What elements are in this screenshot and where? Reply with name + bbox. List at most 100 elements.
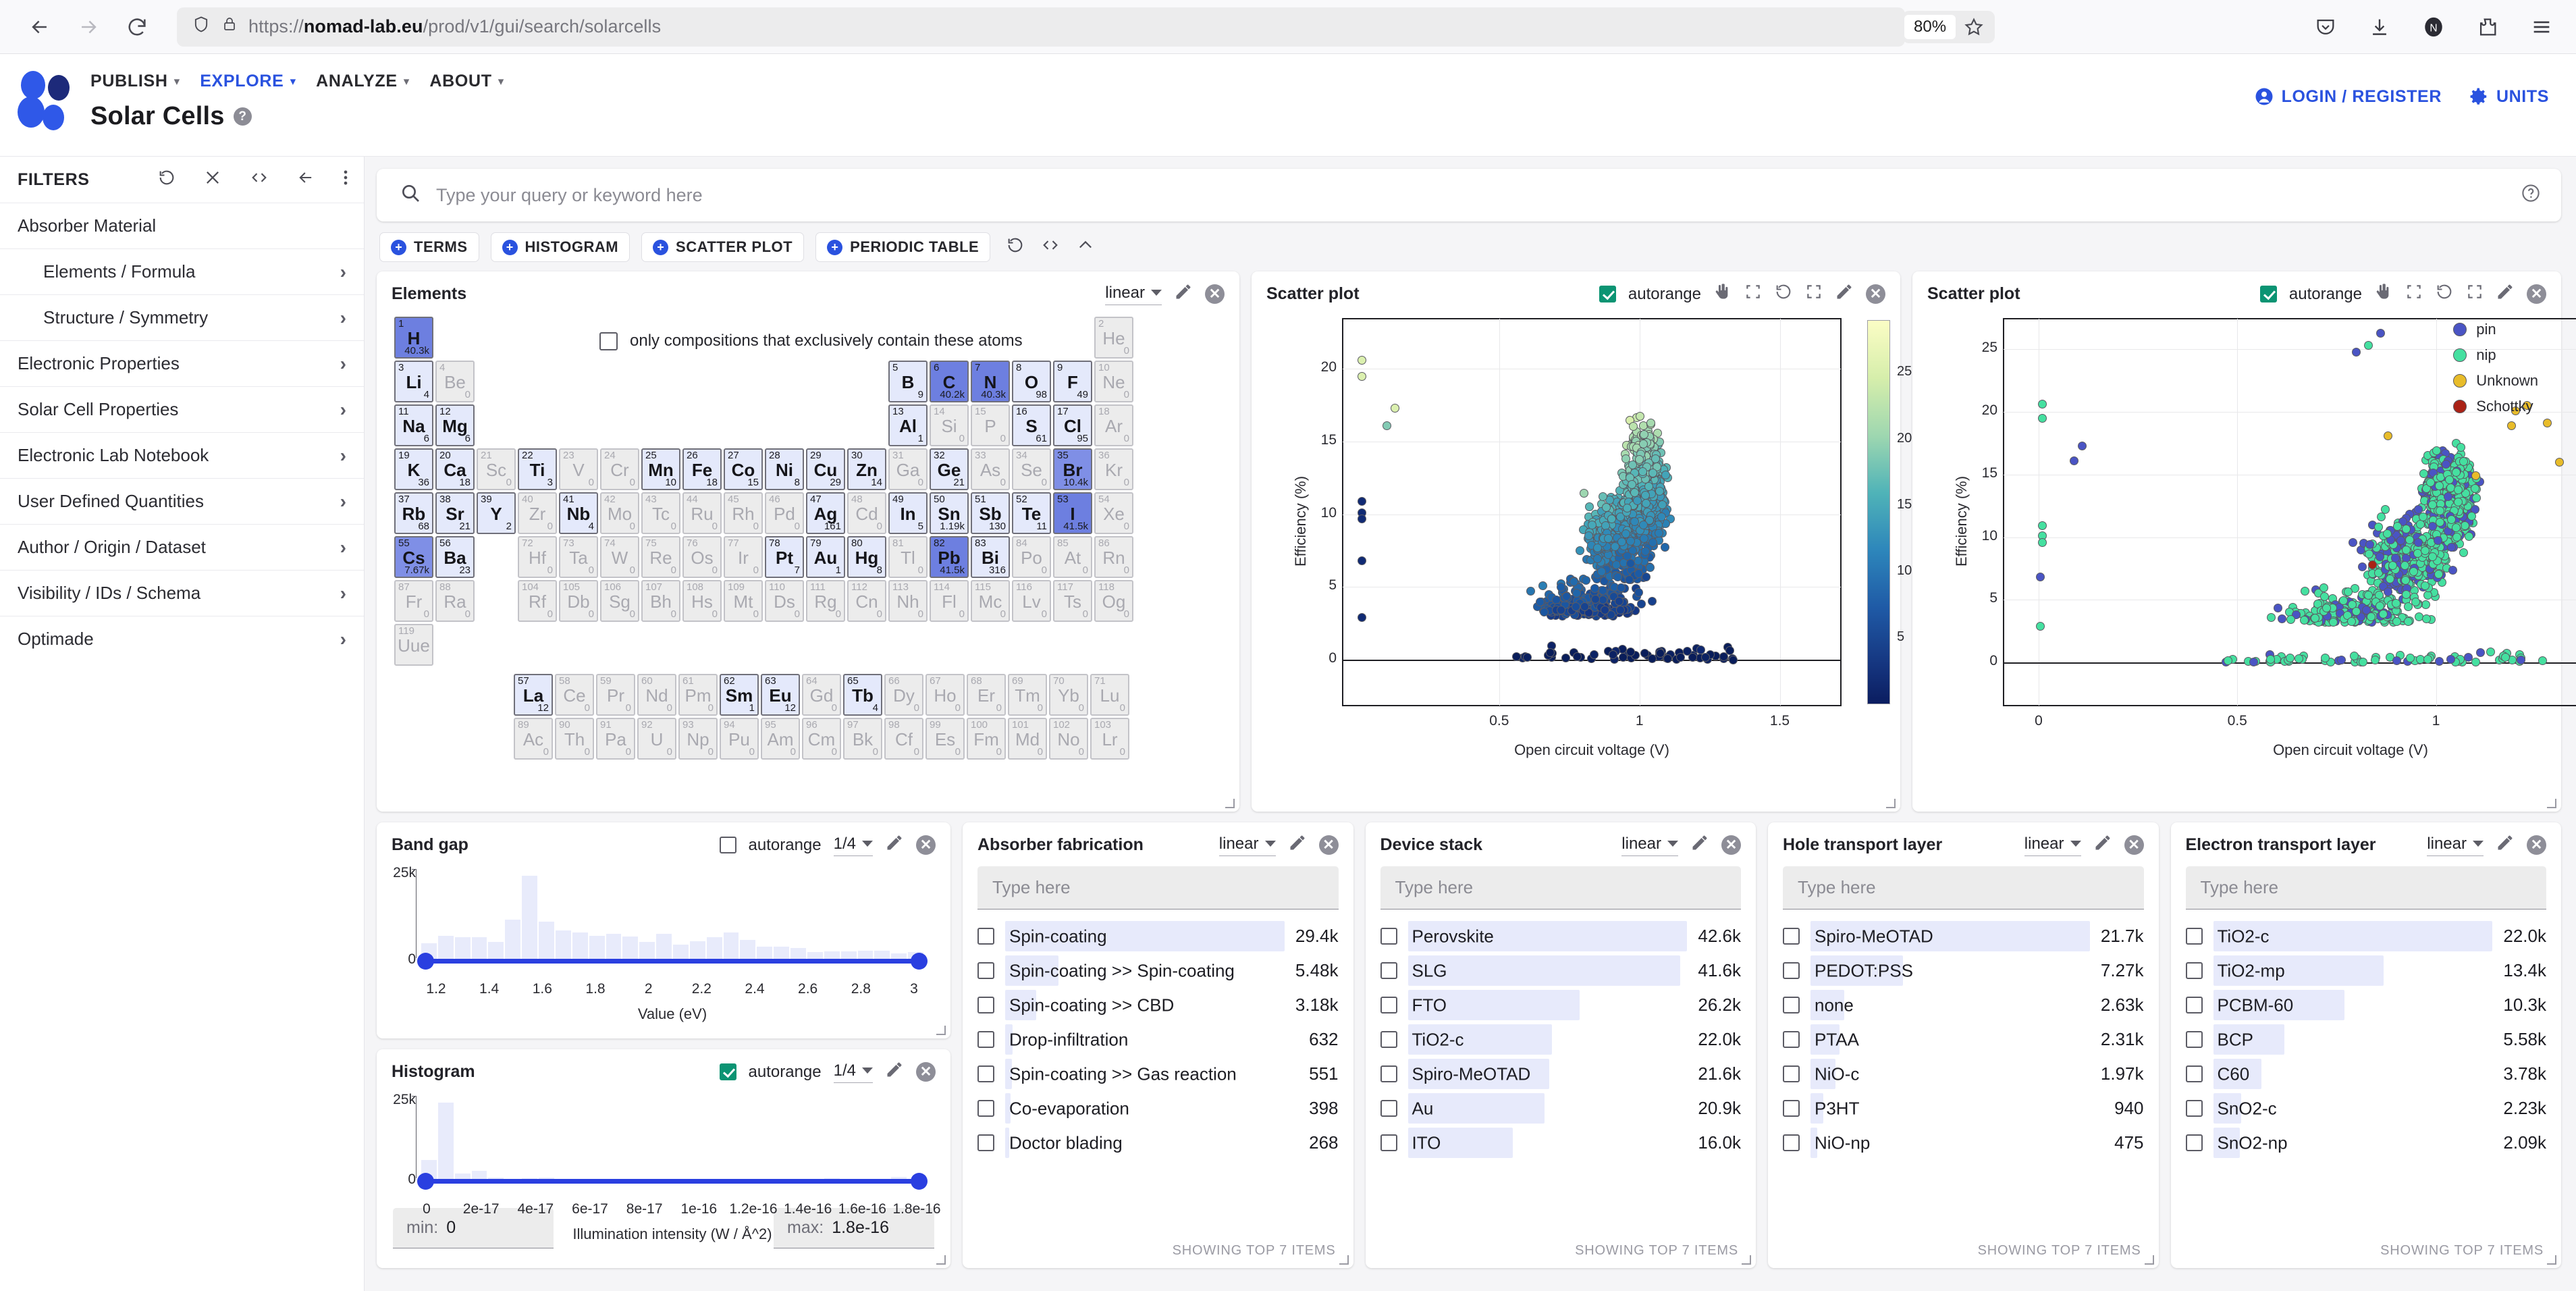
element-cell-Nb[interactable]: 41Nb4 [559,492,598,534]
close-widget-icon[interactable]: ✕ [1866,284,1885,304]
element-cell-Hg[interactable]: 80Hg8 [847,536,886,578]
element-cell-Bi[interactable]: 83Bi316 [971,536,1010,578]
element-cell-Ge[interactable]: 32Ge21 [930,448,969,490]
search-help-icon[interactable] [2521,183,2541,208]
term-checkbox[interactable] [977,1100,994,1117]
add-periodic-table-button[interactable]: + PERIODIC TABLE [815,232,990,262]
widgets-code-icon[interactable] [1040,236,1061,259]
term-scale-select[interactable]: linear [2024,835,2081,856]
range-slider-min-handle[interactable] [417,953,434,970]
term-row[interactable]: Spin-coating >> Spin-coating 5.48k [977,953,1339,988]
range-slider-track[interactable] [421,1179,923,1184]
element-cell-B[interactable]: 5B9 [888,361,928,402]
element-cell-Sm[interactable]: 62Sm1 [720,674,759,716]
edit-icon[interactable] [2496,282,2515,306]
element-cell-Fl[interactable]: 114Fl0 [930,580,969,622]
term-checkbox[interactable] [1783,1100,1800,1117]
element-cell-Rn[interactable]: 86Rn0 [1094,536,1133,578]
term-row[interactable]: SnO2-np 2.09k [2186,1126,2547,1160]
element-cell-F[interactable]: 9F49 [1053,361,1092,402]
element-cell-Tm[interactable]: 69Tm0 [1008,674,1047,716]
resize-handle[interactable] [1339,1255,1349,1265]
element-cell-Uue[interactable]: 119Uue [394,624,433,666]
element-cell-Dy[interactable]: 66Dy0 [884,674,923,716]
element-cell-V[interactable]: 23V0 [559,448,598,490]
element-cell-No[interactable]: 102No0 [1049,718,1088,760]
term-checkbox[interactable] [977,1031,994,1048]
element-cell-Ba[interactable]: 56Ba23 [435,536,475,578]
reset-filters-icon[interactable] [157,168,176,192]
band-gap-autorange-checkbox[interactable] [720,837,736,853]
element-cell-Ra[interactable]: 88Ra0 [435,580,475,622]
edit-icon[interactable] [2496,833,2515,857]
term-checkbox[interactable] [1783,1134,1800,1151]
element-cell-Cu[interactable]: 29Cu29 [806,448,845,490]
element-cell-Pu[interactable]: 94Pu0 [720,718,759,760]
element-cell-Pa[interactable]: 91Pa0 [596,718,635,760]
downloads-icon[interactable] [2364,11,2395,43]
exclusive-composition-option[interactable]: only compositions that exclusively conta… [599,332,1023,350]
term-checkbox[interactable] [1783,1031,1800,1048]
element-cell-Re[interactable]: 75Re0 [641,536,680,578]
term-checkbox[interactable] [1783,962,1800,979]
element-cell-W[interactable]: 74W0 [600,536,639,578]
element-cell-Pt[interactable]: 78Pt7 [765,536,804,578]
histogram-binning-select[interactable]: 1/4 [834,1061,873,1083]
element-cell-Al[interactable]: 13Al1 [888,404,928,446]
term-row[interactable]: Drop-infiltration 632 [977,1022,1339,1057]
element-cell-Bk[interactable]: 97Bk0 [843,718,882,760]
term-scale-select[interactable]: linear [1621,835,1678,856]
edit-icon[interactable] [1690,833,1709,857]
element-cell-I[interactable]: 53I41.5k [1053,492,1092,534]
sidebar-item-elements-formula[interactable]: Elements / Formula› [0,248,364,294]
nav-analyze[interactable]: ANALYZE ▾ [316,72,409,91]
element-cell-C[interactable]: 6C40.2k [930,361,969,402]
legend-item[interactable]: pin [2453,321,2538,338]
term-checkbox[interactable] [977,1134,994,1151]
sidebar-item-electronic-lab-notebook[interactable]: Electronic Lab Notebook› [0,432,364,478]
element-cell-La[interactable]: 57La12 [514,674,553,716]
url-bar[interactable]: https://nomad-lab.eu/prod/v1/gui/search/… [177,7,1905,47]
range-slider-min-handle[interactable] [417,1173,434,1190]
scatter1-plot-area[interactable]: 051015200.511.5510152025Short circuit cu… [1261,311,1891,777]
term-row[interactable]: Spin-coating >> CBD 3.18k [977,988,1339,1022]
element-cell-Mt[interactable]: 109Mt0 [724,580,763,622]
add-terms-button[interactable]: + TERMS [379,232,479,262]
collapse-widgets-icon[interactable] [1076,236,1095,259]
element-cell-Ne[interactable]: 10Ne0 [1094,361,1133,402]
element-cell-Cl[interactable]: 17Cl95 [1053,404,1092,446]
element-cell-Lu[interactable]: 71Lu0 [1090,674,1129,716]
element-cell-Sg[interactable]: 106Sg0 [600,580,639,622]
element-cell-Te[interactable]: 52Te11 [1012,492,1051,534]
term-row[interactable]: Au 20.9k [1380,1091,1742,1126]
element-cell-Yb[interactable]: 70Yb0 [1049,674,1088,716]
term-row[interactable]: NiO-np 475 [1783,1126,2144,1160]
term-row[interactable]: SLG 41.6k [1380,953,1742,988]
element-cell-Nd[interactable]: 60Nd0 [637,674,676,716]
search-bar[interactable]: Type your query or keyword here [377,169,2561,221]
element-cell-Lv[interactable]: 116Lv0 [1012,580,1051,622]
term-checkbox[interactable] [1783,1065,1800,1082]
fullscreen-icon[interactable] [1805,283,1823,305]
sidebar-item-structure-symmetry[interactable]: Structure / Symmetry› [0,294,364,340]
histogram-autorange-checkbox[interactable] [720,1063,736,1080]
units-button[interactable]: UNITS [2469,86,2549,107]
close-widget-icon[interactable]: ✕ [916,1062,936,1082]
element-cell-At[interactable]: 85At0 [1053,536,1092,578]
scatter2-autorange-checkbox[interactable] [2260,286,2277,302]
element-cell-Er[interactable]: 68Er0 [967,674,1006,716]
close-widget-icon[interactable]: ✕ [2124,835,2144,855]
element-cell-Ce[interactable]: 58Ce0 [555,674,594,716]
term-row[interactable]: PCBM-60 10.3k [2186,988,2547,1022]
element-cell-Ag[interactable]: 47Ag161 [806,492,845,534]
term-scale-select[interactable]: linear [2427,835,2484,856]
pocket-icon[interactable] [2310,11,2341,43]
element-cell-Be[interactable]: 4Be0 [435,361,475,402]
reset-axes-icon[interactable] [1774,282,1793,306]
band-gap-binning-select[interactable]: 1/4 [834,835,873,856]
legend-item[interactable]: nip [2453,346,2538,364]
element-cell-O[interactable]: 8O98 [1012,361,1051,402]
term-checkbox[interactable] [2186,1065,2203,1082]
term-checkbox[interactable] [977,997,994,1013]
term-row[interactable]: TiO2-mp 13.4k [2186,953,2547,988]
